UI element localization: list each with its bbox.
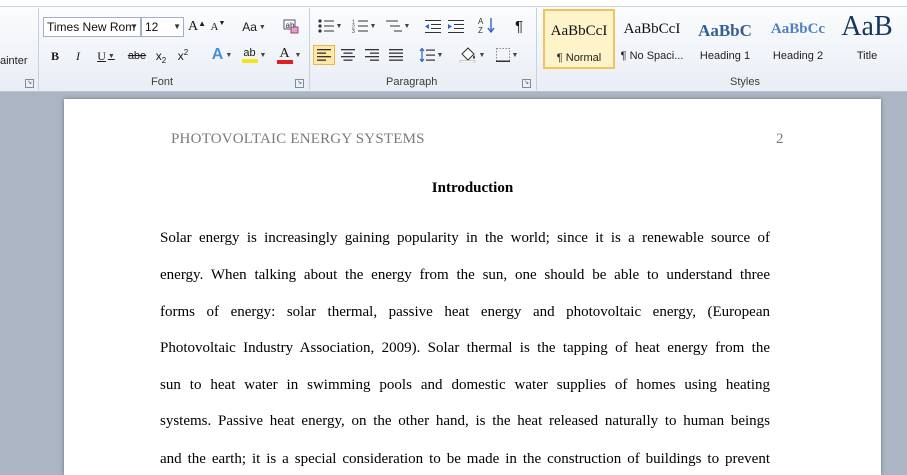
style-sample: AaBbC [698,21,752,40]
chevron-down-icon: ▼ [130,22,138,31]
shading-button[interactable]: ▼ [456,45,488,65]
group-separator [38,8,39,90]
style-name: Heading 2 [772,50,824,62]
highlight-color-swatch [241,58,258,63]
style-name: ¶ No Spaci... [620,50,684,62]
body-line: systems. Passive heat energy, on the oth… [160,413,770,429]
font-size-combo[interactable]: 12 ▼ [141,17,184,37]
show-formatting-marks-button[interactable]: ¶ [509,16,529,36]
increase-indent-button[interactable] [446,16,466,36]
document-page[interactable]: PHOTOVOLTAIC ENERGY SYSTEMS 2 Introducti… [64,99,881,475]
grow-font-icon: A [187,19,199,34]
body-line: sun to heat water in swimming pools and … [160,377,770,393]
font-color-swatch [276,59,293,64]
highlight-button[interactable]: ab ▼ [238,45,270,65]
ribbon: ainter ↘ Times New Rom ▼ 12 ▼ A ▲ A ▼ Aa ▼ … [0,0,907,92]
highlighter-icon: ab [241,47,258,63]
align-left-icon [317,49,331,61]
text-effects-button[interactable]: A ▼ [208,45,236,65]
align-right-button[interactable] [361,45,383,65]
paragraph-dialog-launcher-icon[interactable]: ↘ [522,79,531,88]
shrink-font-icon: A [210,21,219,33]
decrease-indent-button[interactable] [423,16,443,36]
body-line: Solar energy is increasingly gaining pop… [160,230,770,246]
style-name: Heading 1 [699,50,751,62]
clear-formatting-button[interactable]: ab [281,16,301,36]
clear-formatting-icon: ab [283,19,299,34]
line-spacing-icon [419,48,435,62]
body-line: and the earth; it is a special considera… [160,451,770,467]
section-heading: Introduction [431,180,514,196]
align-left-button[interactable] [313,45,335,65]
font-color-icon: A [276,46,293,64]
sort-icon: AZ [478,17,495,34]
svg-text:Z: Z [478,26,483,34]
group-separator [536,8,537,90]
superscript-button[interactable]: x2 [174,46,192,66]
justify-button[interactable] [385,45,407,65]
font-name-value: Times New Rom [47,20,136,34]
bullets-icon [317,19,334,33]
clipboard-dialog-launcher-icon[interactable]: ↘ [25,79,34,88]
font-group-label: Font [151,76,174,88]
change-case-icon: Aa [242,20,257,34]
font-color-button[interactable]: A ▼ [274,45,304,65]
align-center-icon [341,49,355,61]
style-name: Title [856,50,878,62]
style-sample: AaBbCcI [623,21,681,37]
bullets-button[interactable]: ▼ [315,16,345,36]
svg-text:A: A [478,17,484,26]
bold-button[interactable]: B [45,46,65,66]
italic-button[interactable]: I [68,46,88,66]
numbering-icon: 123 [352,20,368,33]
style-heading-2[interactable]: AaBbCc Heading 2 [762,9,834,69]
subscript-button[interactable]: x2 [152,46,170,66]
font-dialog-launcher-icon[interactable]: ↘ [295,79,304,88]
justify-icon [389,49,403,61]
style-name: ¶ Normal [556,52,602,64]
borders-button[interactable]: ▼ [492,45,522,65]
body-line: forms of energy: solar thermal, passive … [160,304,770,320]
format-painter-label[interactable]: ainter [0,55,28,67]
align-center-button[interactable] [337,45,359,65]
font-name-combo[interactable]: Times New Rom ▼ [43,17,141,37]
shrink-font-button[interactable]: A ▼ [209,17,227,37]
ribbon-tab-strip [0,0,907,7]
font-size-value: 12 [145,20,159,34]
text-effects-icon: A [211,46,224,63]
body-line: Photovoltaic Industry Association, 2009)… [160,340,770,356]
style-no-spacing[interactable]: AaBbCcI ¶ No Spaci... [616,9,688,69]
chevron-down-icon: ▼ [173,22,181,31]
style-title[interactable]: AaB Title [835,9,899,69]
underline-icon: U [97,48,106,63]
sort-button[interactable]: AZ [477,15,497,35]
increase-indent-icon [448,20,464,33]
underline-button[interactable]: U ▼ [92,46,120,66]
running-head: PHOTOVOLTAIC ENERGY SYSTEMS [171,131,425,147]
multilevel-list-button[interactable]: ▼ [383,16,413,36]
body-line: energy. When talking about the energy fr… [160,267,770,283]
align-right-icon [365,49,379,61]
borders-icon [495,48,510,62]
group-separator [309,8,310,90]
change-case-button[interactable]: Aa ▼ [241,17,267,37]
style-sample: AaBbCc [770,21,826,37]
paragraph-group-label: Paragraph [386,76,438,88]
paint-bucket-icon [459,47,475,63]
line-spacing-button[interactable]: ▼ [416,45,446,65]
decrease-indent-icon [425,20,441,33]
page-number: 2 [776,131,784,147]
grow-font-button[interactable]: A ▲ [188,17,206,37]
multilevel-list-icon [385,20,402,32]
svg-text:3: 3 [352,29,355,33]
style-sample: AaB [841,11,893,42]
style-normal[interactable]: AaBbCcI ¶ Normal [543,9,615,69]
style-heading-1[interactable]: AaBbC Heading 1 [689,9,761,69]
numbering-button[interactable]: 1 2 3 ▼ [349,16,379,36]
styles-group-label: Styles [730,76,760,88]
strikethrough-button[interactable]: abe [126,46,148,66]
styles-gallery: AaBbCcI ¶ Normal AaBbCcI ¶ No Spaci... A… [541,9,903,71]
style-sample: AaBbCcI [550,23,608,39]
